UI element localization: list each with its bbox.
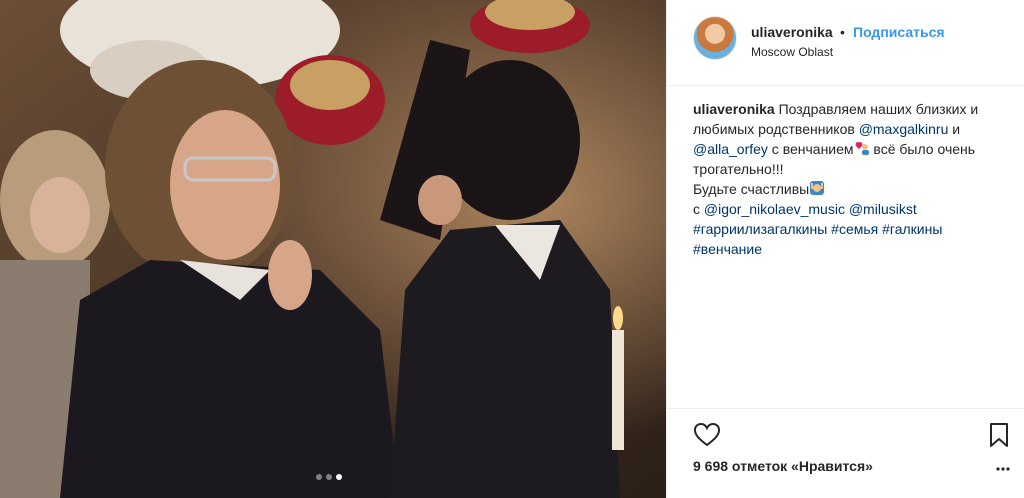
post-photo[interactable] — [0, 0, 666, 498]
more-icon[interactable] — [995, 461, 1011, 477]
mention-link[interactable]: @alla_orfey — [693, 141, 768, 157]
post-actions: 9 698 отметок «Нравится» — [667, 408, 1024, 498]
follow-button[interactable]: Подписаться — [853, 24, 945, 40]
photo-image — [0, 0, 666, 498]
carousel-dot[interactable] — [316, 474, 322, 480]
post-caption: uliaveronika Поздравляем наших близких и… — [693, 99, 1011, 259]
caption-text: с — [693, 201, 704, 217]
carousel-indicator — [316, 474, 342, 480]
hashtag-links[interactable]: #гарриилизагалкины #семья #галкины — [693, 221, 942, 237]
carousel-dot[interactable] — [326, 474, 332, 480]
mention-link[interactable]: @igor_nikolaev_music — [704, 201, 845, 217]
caption-text: Будьте счастливы — [693, 181, 810, 197]
caption-text: с венчанием — [767, 141, 854, 157]
caption-text: и — [948, 121, 961, 137]
avatar[interactable] — [693, 16, 737, 60]
location-link[interactable]: Moscow Oblast — [751, 45, 833, 59]
likes-count[interactable]: 9 698 отметок «Нравится» — [693, 458, 873, 474]
heart-icon[interactable] — [693, 421, 721, 449]
heart-couple-emoji — [855, 142, 869, 155]
cheering-emoji — [810, 181, 825, 195]
carousel-dot-active[interactable] — [336, 474, 342, 480]
post-header: uliaveronika • Подписаться Moscow Oblast — [667, 0, 1024, 86]
header-separator: • — [840, 24, 845, 40]
mention-link[interactable]: @maxgalkinru — [859, 121, 949, 137]
bookmark-icon[interactable] — [987, 421, 1011, 449]
hashtag-link[interactable]: #венчание — [693, 241, 762, 257]
caption-username-link[interactable]: uliaveronika — [693, 101, 775, 117]
post-panel: uliaveronika • Подписаться Moscow Oblast… — [666, 0, 1024, 498]
header-username-link[interactable]: uliaveronika — [751, 24, 833, 40]
mention-link[interactable]: @milusikst — [849, 201, 917, 217]
